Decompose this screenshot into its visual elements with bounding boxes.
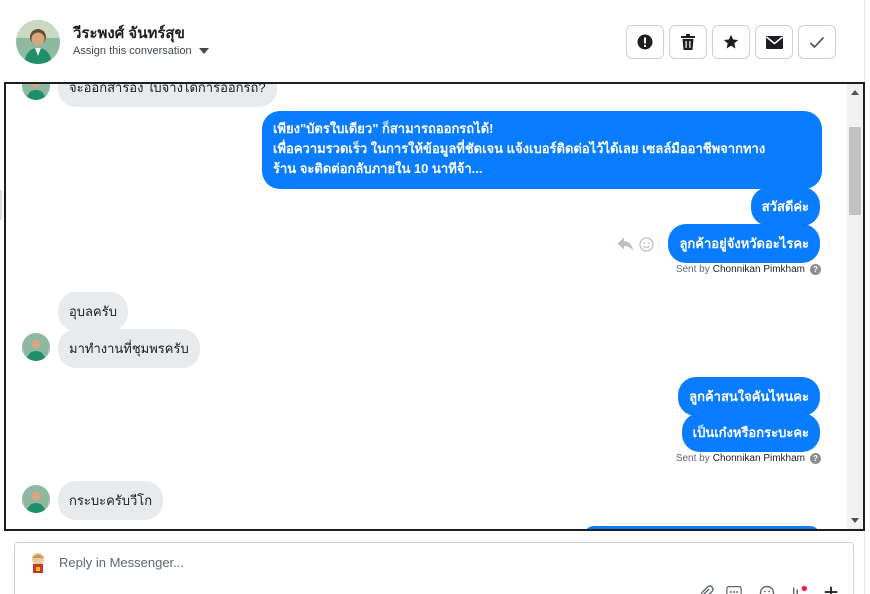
page-avatar (25, 550, 51, 576)
contact-name: วีระพงศ์ จันทร์สุข (73, 25, 185, 42)
left-edge-marker (0, 190, 2, 220)
react-smiley-icon[interactable] (639, 237, 654, 252)
contact-avatar-small (22, 333, 50, 361)
sent-by-label: Sent by Chonnikan Pimkham ? (676, 453, 821, 464)
mark-unread-button[interactable] (755, 25, 793, 59)
reply-icon[interactable] (617, 237, 634, 251)
star-icon (723, 34, 739, 49)
saved-replies-icon[interactable] (726, 585, 742, 594)
reply-input[interactable] (59, 555, 659, 570)
check-icon (809, 36, 825, 48)
outgoing-message: สวัสดีค่ะ (750, 187, 820, 226)
trash-icon (681, 34, 695, 50)
tag-icon[interactable] (791, 585, 807, 594)
incoming-message: มาทำงานที่ชุมพรครับ (58, 329, 200, 368)
sent-by-prefix: Sent by (675, 453, 710, 464)
emoji-icon[interactable] (759, 585, 775, 594)
help-icon[interactable]: ? (810, 453, 821, 464)
help-icon[interactable]: ? (810, 264, 821, 275)
sent-by-label: Sent by Chonnikan Pimkham ? (676, 264, 821, 275)
scrollbar[interactable] (847, 84, 863, 529)
envelope-icon (765, 35, 783, 49)
outgoing-message-partial (584, 526, 820, 529)
caret-down-icon (198, 48, 209, 54)
star-button[interactable] (712, 25, 750, 59)
assign-label: Assign this conversation (73, 45, 192, 57)
message-line: เพื่อความรวดเร็ว ในการให้ข้อมูลที่ชัดเจน… (273, 141, 766, 156)
sender-name[interactable]: Chonnikan Pimkham (713, 264, 805, 275)
mark-spam-button[interactable] (626, 25, 664, 59)
inbox-conversation-page: วีระพงศ์ จันทร์สุข Assign this conversat… (0, 0, 870, 594)
scroll-down-arrow-icon[interactable] (851, 518, 859, 523)
message-line: เพียง"บัตรใบเดียว" ก็สามารถออกรถได้! (273, 121, 494, 136)
outgoing-message: ลูกค้าสนใจคันไหนคะ (678, 377, 820, 416)
alert-icon (637, 34, 653, 50)
assign-conversation-dropdown[interactable]: Assign this conversation (73, 45, 209, 57)
scrollbar-thumb[interactable] (849, 127, 861, 215)
contact-avatar[interactable] (16, 20, 60, 64)
conversation-header: วีระพงศ์ จันทร์สุข Assign this conversat… (0, 0, 864, 82)
outgoing-message: เป็นเก๋งหรือกระบะคะ (681, 413, 820, 452)
contact-avatar-small (22, 485, 50, 513)
contact-avatar-small (22, 84, 50, 100)
incoming-message: อุบลครับ (58, 292, 128, 331)
attachment-icon[interactable] (698, 585, 714, 594)
incoming-message: กระบะครับวีโก (58, 481, 164, 520)
outgoing-message: เพียง"บัตรใบเดียว" ก็สามารถออกรถได้! เพื… (262, 111, 822, 189)
mark-done-button[interactable] (798, 25, 836, 59)
conversation-actions (626, 25, 836, 59)
incoming-message: จะออกสารอง ใบจางไดการออกรถ? (58, 84, 277, 107)
outgoing-message: ลูกค้าอยู่จังหวัดอะไรคะ (668, 224, 820, 263)
sent-by-prefix: Sent by (675, 264, 710, 275)
scroll-up-arrow-icon[interactable] (851, 90, 859, 95)
reply-composer (14, 542, 854, 594)
message-line: ร้าน จะติดต่อกลับภายใน 10 นาทีจ้า... (273, 161, 483, 176)
delete-button[interactable] (669, 25, 707, 59)
more-tools-icon[interactable] (823, 585, 839, 594)
sender-name[interactable]: Chonnikan Pimkham (713, 453, 805, 464)
message-thread[interactable]: จะออกสารอง ใบจางไดการออกรถ? เพียง"บัตรใบ… (4, 82, 865, 531)
